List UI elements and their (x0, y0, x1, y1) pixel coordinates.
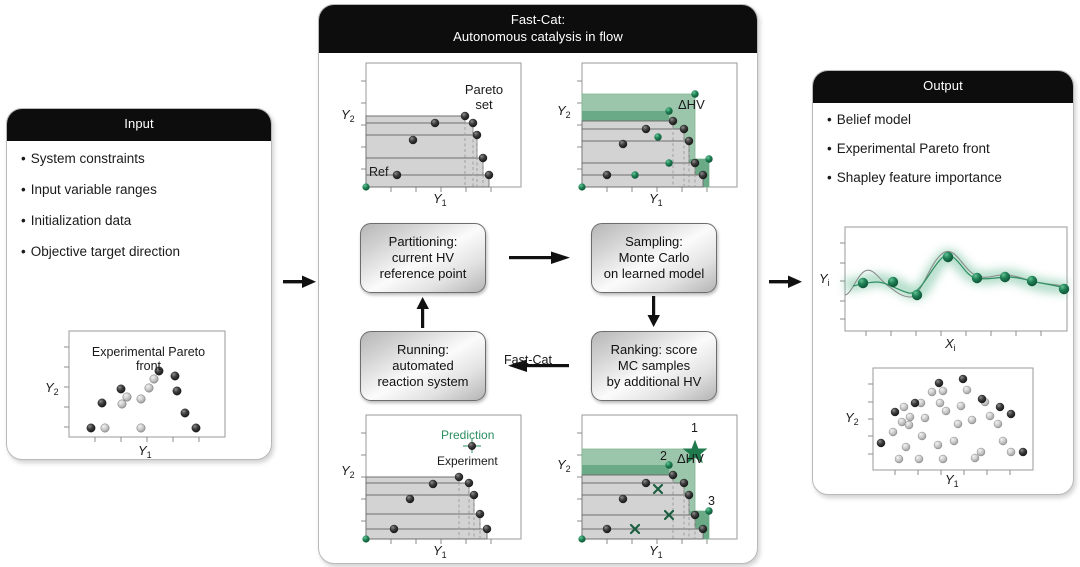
bullet-dot-icon: • (21, 181, 26, 197)
pareto-set-svg (361, 62, 522, 193)
input-bullet-list: • System constraints • Input variable rang… (7, 141, 271, 280)
input-chart-title: Experimental Pareto front (91, 344, 206, 374)
experiment-label: Experiment (437, 454, 498, 469)
center-panel-header: Fast-Cat: Autonomous catalysis in flow (319, 5, 757, 54)
process-box-sampling[interactable]: Sampling: Monte Carlo on learned model (591, 223, 717, 294)
cycle-label-fast-cat: Fast-Cat (504, 353, 552, 368)
input-panel-header: Input (7, 109, 271, 141)
belief-model-chart: Yi Xi (819, 223, 1071, 353)
process-box-partitioning[interactable]: Partitioning: current HV reference point (360, 223, 486, 294)
reference-point-marker (362, 535, 370, 543)
bullet-dot-icon: • (827, 140, 832, 156)
ranking-delta-hv-annotation: ΔHV (677, 451, 704, 467)
center-panel-title-line1: Fast-Cat: (510, 12, 566, 27)
ranking-chart-xlabel: Y1 (649, 543, 663, 561)
rank-1-label: 1 (691, 421, 698, 436)
belief-model-svg (840, 226, 1070, 336)
delta-hv-annotation: ΔHV (678, 97, 705, 113)
process-box-ranking[interactable]: Ranking: score MC samples by additional … (591, 331, 717, 402)
scatter-points-light (888, 385, 1016, 463)
delta-hv-ylabel: Y2 (557, 103, 571, 121)
output-scatter-xlabel: Y1 (945, 471, 959, 489)
delta-hv-band (582, 465, 669, 476)
output-pareto-scatter-chart: Y2 Y1 (845, 366, 1050, 491)
output-scatter-ylabel: Y2 (845, 409, 859, 427)
pareto-ref-label: Ref (369, 165, 389, 180)
delta-hv-svg (577, 62, 738, 193)
input-pareto-scatter-chart: Experimental Pareto front Y2 Y1 (45, 327, 230, 460)
prediction-chart-xlabel: Y1 (433, 543, 447, 561)
bullet-dot-icon: • (21, 213, 26, 228)
delta-hv-band (582, 111, 669, 122)
pareto-set-annotation: Pareto set (464, 82, 504, 113)
output-panel-header: Output (813, 71, 1073, 103)
belief-chart-ylabel: Yi (819, 270, 830, 288)
process-box-sampling-text: Sampling: Monte Carlo on learned model (603, 233, 705, 282)
pareto-set-xlabel: Y1 (433, 191, 447, 209)
arrow-running-to-partitioning (414, 296, 432, 333)
prediction-label: Prediction (441, 428, 495, 443)
arrow-partitioning-to-sampling (509, 249, 571, 272)
reference-point-marker (362, 183, 370, 191)
rank-2-label: 2 (660, 449, 667, 464)
bullet-dot-icon: • (827, 111, 832, 127)
bullet-dot-icon: • (21, 244, 26, 260)
input-chart-xlabel: Y1 (138, 442, 152, 460)
reference-point-marker (578, 183, 586, 191)
process-box-running-text: Running: automated reaction system (377, 341, 469, 390)
arrow-input-to-center (283, 272, 317, 297)
uncertainty-band (844, 248, 1069, 300)
input-bullet-2: • Initialization data (21, 213, 132, 228)
bullet-dot-icon: • (827, 170, 832, 185)
input-panel: Input • System constraints • Input variabl… (6, 108, 272, 460)
prediction-experiment-svg (361, 414, 522, 545)
figure-canvas: Input • System constraints • Input variabl… (0, 0, 1080, 567)
pareto-set-ylabel: Y2 (341, 107, 355, 125)
prediction-experiment-chart: Prediction Experiment Y2 Y1 (341, 411, 523, 561)
output-panel: Output • Belief model • Experimental Paret… (812, 70, 1074, 495)
prediction-chart-ylabel: Y2 (341, 463, 355, 481)
input-panel-title: Input (124, 116, 154, 131)
process-box-ranking-text: Ranking: score MC samples by additional … (606, 341, 702, 390)
arrow-sampling-to-ranking (645, 296, 663, 333)
output-bullet-1: • Experimental Pareto front (827, 140, 990, 156)
pareto-set-chart: Pareto set Ref Y2 Y1 (341, 59, 523, 209)
input-bullet-0: • System constraints (21, 150, 145, 166)
bullet-dot-icon: • (21, 150, 26, 166)
ranking-svg (577, 414, 738, 545)
output-panel-title: Output (923, 78, 963, 93)
arrow-center-to-output (769, 272, 803, 297)
input-bullet-3: • Objective target direction (21, 244, 181, 260)
belief-chart-xlabel: Xi (945, 335, 956, 353)
ranking-chart-ylabel: Y2 (557, 457, 571, 475)
reference-point-marker (578, 535, 586, 543)
process-box-running[interactable]: Running: automated reaction system (360, 331, 486, 402)
rank-3-label: 3 (708, 494, 715, 509)
center-panel-title-line2: Autonomous catalysis in flow (453, 28, 623, 44)
input-chart-ylabel: Y2 (45, 379, 59, 397)
process-box-partitioning-text: Partitioning: current HV reference point (379, 233, 467, 282)
output-bullet-list: • Belief model • Experimental Pareto front… (813, 103, 1073, 201)
delta-hv-chart: ΔHV Y2 Y1 (557, 59, 742, 209)
ranking-chart: 1 2 3 ΔHV Y2 Y1 (557, 411, 742, 561)
output-bullet-2: • Shapley feature importance (827, 170, 1002, 185)
input-bullet-1: • Input variable ranges (21, 181, 157, 197)
output-bullet-0: • Belief model (827, 111, 912, 127)
center-panel: Fast-Cat: Autonomous catalysis in flow P… (318, 4, 758, 564)
delta-hv-xlabel: Y1 (649, 191, 663, 209)
